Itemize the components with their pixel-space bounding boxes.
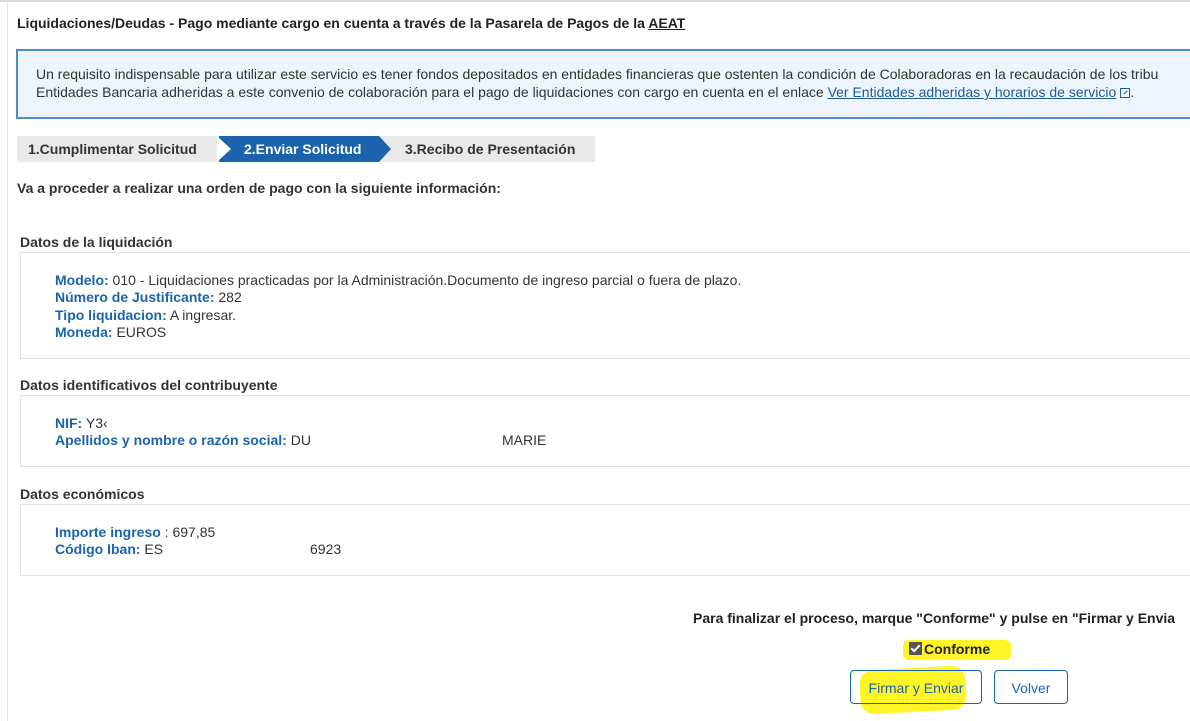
wizard-steps: 1.Cumplimentar Solicitud 2.Enviar Solici… xyxy=(17,136,595,162)
tipo-value: A ingresar. xyxy=(166,307,237,323)
entidades-adheridas-link[interactable]: Ver Entidades adheridas y horarios de se… xyxy=(828,84,1117,100)
modelo-label: Modelo: xyxy=(55,272,109,288)
info-notice: Un requisito indispensable para utilizar… xyxy=(16,49,1190,119)
modelo-row: Modelo: 010 - Liquidaciones practicadas … xyxy=(55,272,741,288)
importe-label: Importe ingreso xyxy=(55,524,161,540)
step-enviar-active: 2.Enviar Solicitud xyxy=(219,136,379,162)
step-cumplimentar: 1.Cumplimentar Solicitud xyxy=(17,136,219,162)
justificante-row: Número de Justificante: 282 xyxy=(55,289,242,305)
iban-row: Código Iban: ES xyxy=(55,541,163,557)
iban-value-a: ES xyxy=(140,541,164,557)
justificante-value: 282 xyxy=(214,289,242,305)
info-line-2-text: Entidades Bancaria adheridas a este conv… xyxy=(36,84,828,100)
top-border xyxy=(0,0,1190,2)
modelo-value: 010 - Liquidaciones practicadas por la A… xyxy=(108,272,742,288)
contribuyente-panel: NIF: Y3‹ Apellidos y nombre o razón soci… xyxy=(20,395,1190,467)
nombre-value-b: MARIE xyxy=(502,432,547,448)
volver-button[interactable]: Volver xyxy=(994,670,1068,704)
nif-value: Y3‹ xyxy=(82,415,108,431)
step-separator xyxy=(217,136,231,162)
external-link-icon[interactable] xyxy=(1120,88,1131,98)
liquidacion-section-title: Datos de la liquidación xyxy=(20,234,173,250)
justificante-label: Número de Justificante: xyxy=(55,289,215,305)
info-line-2-end: . xyxy=(1130,84,1135,100)
nombre-row: Apellidos y nombre o razón social: DU xyxy=(55,432,311,448)
conforme-checkbox-row[interactable]: Conforme xyxy=(909,641,990,657)
conforme-checkbox[interactable] xyxy=(909,642,922,655)
finalize-instruction: Para finalizar el proceso, marque "Confo… xyxy=(693,610,1176,626)
intro-text: Va a proceder a realizar una orden de pa… xyxy=(17,180,501,196)
moneda-row: Moneda: EUROS xyxy=(55,324,166,340)
tipo-label: Tipo liquidacion: xyxy=(55,307,167,323)
importe-row: Importe ingreso : 697,85 xyxy=(55,524,215,540)
economicos-section-title: Datos económicos xyxy=(20,486,145,502)
iban-label: Código Iban: xyxy=(55,541,141,557)
page-title-text: Liquidaciones/Deudas - Pago mediante car… xyxy=(17,15,649,31)
nombre-value-a: DU xyxy=(286,432,311,448)
conforme-label: Conforme xyxy=(924,641,991,657)
nif-row: NIF: Y3‹ xyxy=(55,415,108,431)
economicos-panel: Importe ingreso : 697,85 Código Iban: ES… xyxy=(20,504,1190,576)
aeat-abbr: AEAT xyxy=(648,15,686,31)
moneda-value: EUROS xyxy=(112,324,167,340)
info-line-2: Entidades Bancaria adheridas a este conv… xyxy=(36,83,1190,101)
page-title: Liquidaciones/Deudas - Pago mediante car… xyxy=(17,15,685,31)
tipo-row: Tipo liquidacion: A ingresar. xyxy=(55,307,236,323)
nombre-label: Apellidos y nombre o razón social: xyxy=(55,432,287,448)
importe-value: : 697,85 xyxy=(160,524,216,540)
info-line-1: Un requisito indispensable para utilizar… xyxy=(36,66,1159,82)
liquidacion-panel: Modelo: 010 - Liquidaciones practicadas … xyxy=(20,252,1190,359)
firmar-enviar-button[interactable]: Firmar y Enviar xyxy=(850,670,982,704)
left-border xyxy=(7,2,8,721)
iban-value-b: 6923 xyxy=(310,541,342,557)
step-active-arrow xyxy=(379,136,391,162)
nif-label: NIF: xyxy=(55,415,83,431)
step-recibo: 3.Recibo de Presentación xyxy=(379,136,595,162)
contribuyente-section-title: Datos identificativos del contribuyente xyxy=(20,377,278,393)
moneda-label: Moneda: xyxy=(55,324,113,340)
